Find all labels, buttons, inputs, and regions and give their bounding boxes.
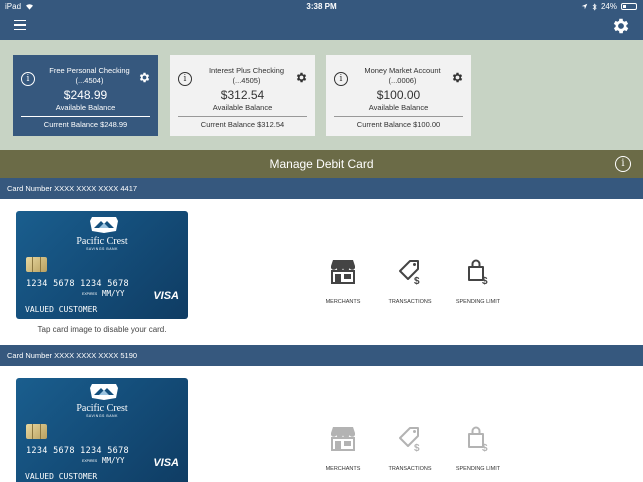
info-icon[interactable]: i (21, 72, 35, 86)
battery-percent: 24% (600, 2, 617, 11)
expires-label: EXPIRES (82, 459, 98, 463)
expiry: MM/YY (102, 456, 125, 465)
divider (21, 116, 150, 117)
account-tile-money-market[interactable]: i Money Market Account (...0006) $100.00 … (326, 55, 471, 136)
card-number: 1234 5678 1234 5678 (26, 279, 129, 289)
divider (334, 116, 463, 117)
merchants-button[interactable]: MERCHANTS (310, 424, 376, 472)
debit-card-image[interactable]: Pacific Crest SAVINGS BANK 1234 5678 123… (16, 211, 188, 319)
account-tile-interest-plus-checking[interactable]: i Interest Plus Checking (...4505) $312.5… (170, 55, 315, 136)
shopping-bag-dollar-icon: $ (468, 426, 488, 452)
manage-debit-card-banner: Manage Debit Card i (0, 150, 643, 178)
current-balance: Current Balance $248.99 (43, 120, 128, 129)
card-header: Card Number XXXX XXXX XXXX 4417 (0, 178, 643, 199)
info-icon[interactable]: i (334, 72, 348, 86)
transactions-label: TRANSACTIONS (388, 299, 432, 305)
battery-icon (621, 3, 637, 10)
transactions-button[interactable]: $ TRANSACTIONS (377, 424, 443, 472)
card-number: 1234 5678 1234 5678 (26, 446, 129, 456)
gear-icon[interactable] (138, 71, 151, 84)
expiry: MM/YY (102, 289, 125, 298)
bank-subtitle: SAVINGS BANK (86, 247, 118, 251)
svg-text:$: $ (414, 276, 420, 285)
current-balance: Current Balance $312.54 (200, 120, 285, 129)
storefront-icon (331, 260, 355, 284)
transactions-label: TRANSACTIONS (388, 466, 432, 472)
visa-logo: VISA (153, 457, 179, 469)
settings-gear-icon[interactable] (611, 16, 631, 36)
storefront-icon (331, 427, 355, 451)
gear-icon[interactable] (451, 71, 464, 84)
merchants-label: MERCHANTS (325, 466, 361, 472)
cardholder-name: VALUED CUSTOMER (25, 472, 98, 481)
transactions-button[interactable]: $ TRANSACTIONS (377, 257, 443, 305)
spending-limit-label: SPENDING LIMIT (455, 299, 501, 305)
visa-logo: VISA (153, 290, 179, 302)
available-amount: $100.00 (376, 88, 421, 102)
available-label: Available Balance (368, 103, 429, 112)
spending-limit-button[interactable]: $ SPENDING LIMIT (445, 257, 511, 305)
account-name: Free Personal Checking (...4504) (49, 66, 130, 85)
top-bar: iPad 3:38 PM 24% (0, 0, 643, 40)
chip-icon (26, 257, 47, 272)
merchants-button[interactable]: MERCHANTS (310, 257, 376, 305)
account-tile-free-personal-checking[interactable]: i Free Personal Checking (...4504) $248.9… (13, 55, 158, 136)
card-actions: MERCHANTS $ TRANSACTIONS $ SPENDING LIMI… (310, 257, 510, 309)
available-label: Available Balance (55, 103, 116, 112)
card-header: Card Number XXXX XXXX XXXX 5190 (0, 345, 643, 366)
expires-label: EXPIRES (82, 292, 98, 296)
account-name: Money Market Account (...0006) (364, 66, 441, 85)
bank-logo-icon (90, 217, 118, 233)
tap-card-hint: Tap card image to disable your card. (37, 325, 167, 334)
status-bar: iPad 3:38 PM 24% (0, 0, 643, 14)
page-title: Manage Debit Card (269, 157, 374, 171)
chip-icon (26, 424, 47, 439)
bank-subtitle: SAVINGS BANK (86, 414, 118, 418)
debit-card-image[interactable]: Pacific Crest SAVINGS BANK 1234 5678 123… (16, 378, 188, 482)
merchants-label: MERCHANTS (325, 299, 361, 305)
bank-logo-icon (90, 384, 118, 400)
svg-text:$: $ (482, 443, 488, 452)
accounts-strip: i Free Personal Checking (...4504) $248.9… (0, 40, 643, 150)
spending-limit-label: SPENDING LIMIT (455, 466, 501, 472)
bluetooth-icon (592, 2, 597, 11)
bank-name: Pacific Crest (76, 236, 128, 247)
info-icon[interactable]: i (178, 72, 192, 86)
available-amount: $248.99 (63, 88, 108, 102)
card-actions: MERCHANTS $ TRANSACTIONS $ SPENDING LIMI… (310, 424, 510, 476)
menu-button[interactable] (14, 20, 26, 32)
price-tag-dollar-icon: $ (399, 260, 420, 285)
current-balance: Current Balance $100.00 (356, 120, 441, 129)
shopping-bag-dollar-icon: $ (468, 259, 488, 285)
clock: 3:38 PM (306, 2, 337, 11)
svg-text:$: $ (482, 276, 488, 285)
account-name: Interest Plus Checking (...4505) (208, 66, 285, 85)
svg-text:$: $ (414, 443, 420, 452)
divider (178, 116, 307, 117)
available-amount: $312.54 (220, 88, 265, 102)
spending-limit-button[interactable]: $ SPENDING LIMIT (445, 424, 511, 472)
bank-name: Pacific Crest (76, 403, 128, 414)
info-icon[interactable]: i (615, 156, 631, 172)
price-tag-dollar-icon: $ (399, 427, 420, 452)
cardholder-name: VALUED CUSTOMER (25, 305, 98, 314)
available-label: Available Balance (212, 103, 273, 112)
gear-icon[interactable] (295, 71, 308, 84)
location-icon (581, 3, 588, 10)
